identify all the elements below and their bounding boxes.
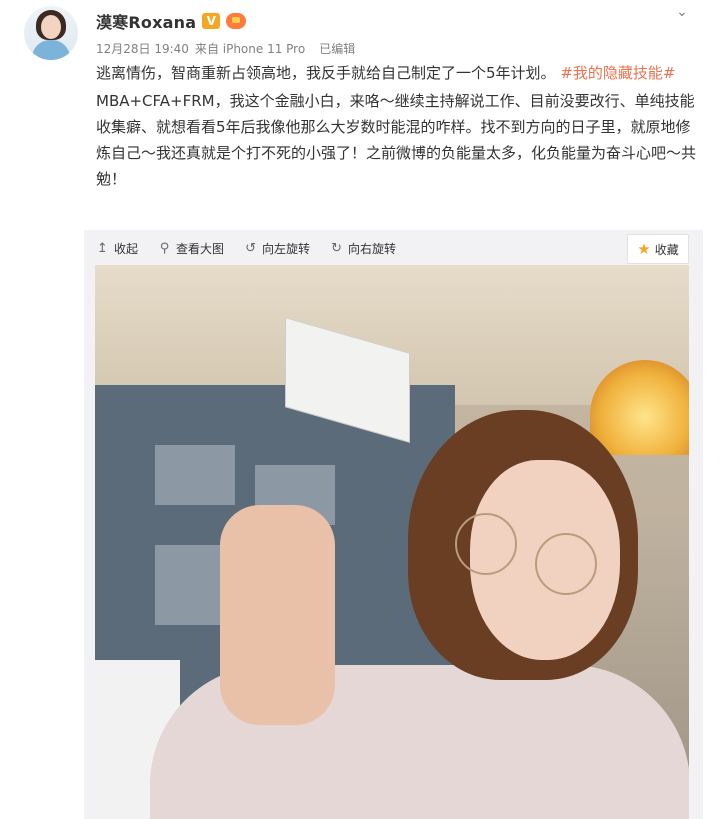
verified-badge-icon: V — [202, 13, 221, 29]
post-header: 漠寒Roxana V — [96, 9, 247, 33]
view-large-button[interactable]: ⚲ 查看大图 — [158, 240, 224, 257]
hashtag-link[interactable]: #我的隐藏技能# — [560, 64, 675, 82]
chevron-down-icon[interactable]: ⌄ — [672, 4, 692, 20]
rotate-right-label: 向右旋转 — [348, 241, 397, 256]
favorite-label: 收藏 — [654, 242, 679, 257]
post-meta: 12月28日 19:40 来自 iPhone 11 Pro 已编辑 — [96, 40, 355, 57]
username-link[interactable]: 漠寒Roxana — [96, 9, 196, 33]
vip-icon[interactable] — [226, 13, 247, 29]
collapse-icon: ↥ — [97, 240, 108, 256]
media-toolbar: ↥ 收起 ⚲ 查看大图 ↺ 向左旋转 ↻ 向右旋转 — [96, 238, 396, 258]
post-time[interactable]: 12月28日 19:40 — [96, 40, 189, 57]
star-icon: ★ — [637, 240, 651, 258]
edited-label[interactable]: 已编辑 — [319, 40, 355, 57]
rotate-left-label: 向左旋转 — [262, 241, 311, 256]
favorite-button[interactable]: ★ 收藏 — [627, 234, 689, 264]
post-paragraph-2: MBA+CFA+FRM，我这个金融小白，来咯～继续主持解说工作、目前没要改行、单… — [96, 92, 697, 188]
post-photo[interactable] — [95, 265, 689, 819]
avatar[interactable] — [24, 6, 78, 60]
post-text-line1: 逃离情伤，智商重新占领高地，我反手就给自己制定了一个5年计划。 — [96, 64, 556, 82]
rotate-right-button[interactable]: ↻ 向右旋转 — [330, 240, 396, 257]
collapse-label: 收起 — [114, 241, 139, 256]
rotate-left-icon: ↺ — [245, 240, 256, 256]
rotate-right-icon: ↻ — [331, 240, 342, 256]
view-large-label: 查看大图 — [176, 241, 225, 256]
post-paragraph-1: 逃离情伤，智商重新占领高地，我反手就给自己制定了一个5年计划。 #我的隐藏技能# — [96, 60, 696, 86]
collapse-button[interactable]: ↥ 收起 — [96, 240, 138, 257]
post-content: 逃离情伤，智商重新占领高地，我反手就给自己制定了一个5年计划。 #我的隐藏技能#… — [96, 60, 696, 192]
search-icon: ⚲ — [159, 240, 170, 256]
weibo-post: 漠寒Roxana V ⌄ 12月28日 19:40 来自 iPhone 11 P… — [0, 0, 719, 819]
post-source: 来自 iPhone 11 Pro — [194, 42, 306, 56]
rotate-left-button[interactable]: ↺ 向左旋转 — [244, 240, 310, 257]
